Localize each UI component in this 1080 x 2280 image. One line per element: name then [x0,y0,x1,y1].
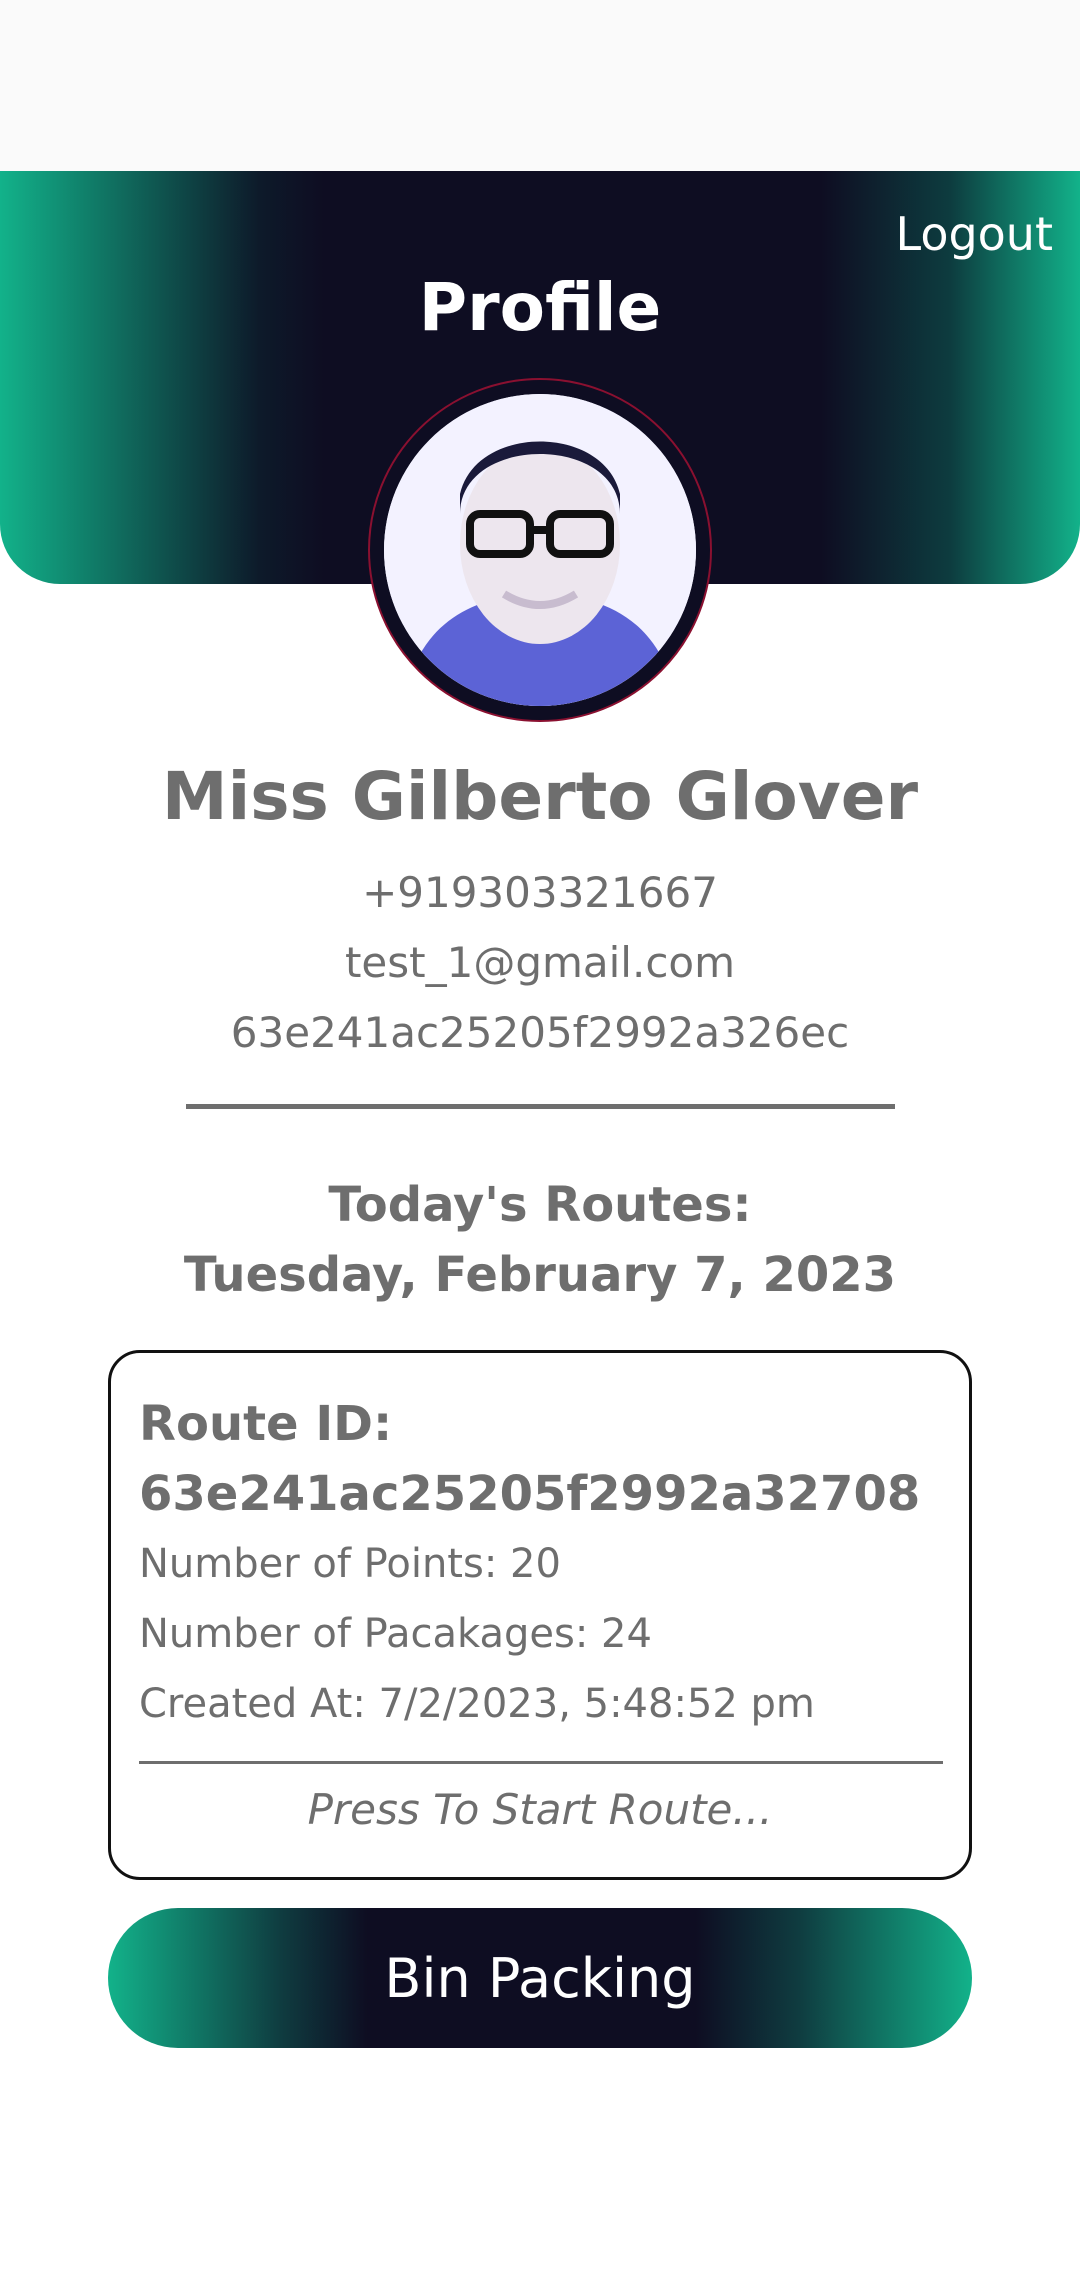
avatar [368,378,712,722]
avatar-image [384,394,696,706]
route-created-at: Created At: 7/2/2023, 5:48:52 pm [139,1681,815,1727]
profile-phone: +919303321667 [362,868,718,917]
profile-name: Miss Gilberto Glover [161,758,919,835]
route-id-value: 63e241ac25205f2992a32708 [139,1466,921,1522]
routes-heading-label: Today's Routes: [328,1177,752,1233]
profile-user-id: 63e241ac25205f2992a326ec [230,1008,850,1057]
route-id-label: Route ID: [139,1396,393,1452]
page-title: Profile [418,269,662,346]
profile-email: test_1@gmail.com [344,938,736,987]
person-portrait-icon [384,394,696,706]
route-points: Number of Points: 20 [139,1541,561,1587]
logout-button[interactable]: Logout [896,207,1054,261]
section-divider [186,1104,895,1109]
routes-heading: Today's Routes: Tuesday, February 7, 202… [0,1170,1080,1310]
routes-date: Tuesday, February 7, 2023 [183,1247,897,1303]
route-packages: Number of Pacakages: 24 [139,1611,652,1657]
route-card[interactable]: Route ID: 63e241ac25205f2992a32708 Numbe… [108,1350,972,1880]
bin-packing-button[interactable]: Bin Packing [108,1908,972,2048]
route-id: Route ID: 63e241ac25205f2992a32708 [139,1389,939,1529]
card-divider [139,1761,943,1764]
start-route-hint: Press To Start Route... [307,1785,773,1834]
status-bar-area [0,0,1080,171]
